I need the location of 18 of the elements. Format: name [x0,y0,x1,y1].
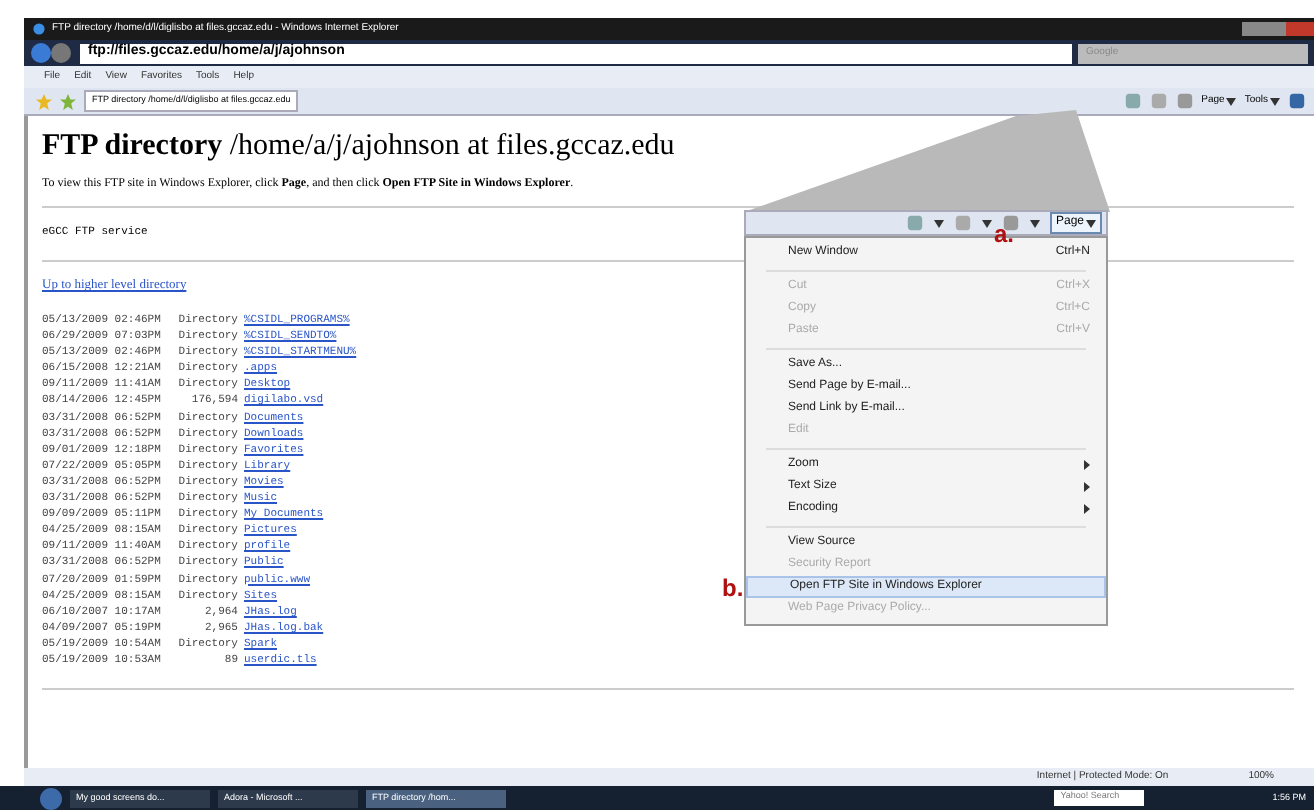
browser-icon [32,22,46,36]
start-icon[interactable] [40,787,62,809]
caret-icon [1270,97,1280,105]
step-label: a. [994,220,1015,248]
add-favorite-icon[interactable] [60,93,76,109]
caret-icon [981,219,992,227]
window-controls-icon[interactable] [1242,22,1314,36]
caret-icon [1226,97,1237,105]
caret-icon [1086,219,1096,227]
page-heading: FTP directory /home/a/j/ajohnson at files.gccaz.edu [42,128,675,164]
step-label: b. [722,572,744,606]
submenu-arrow-icon [1084,460,1090,470]
caret-icon [1029,219,1040,227]
submenu-arrow-icon [1084,504,1090,514]
submenu-arrow-icon [1084,482,1090,492]
back-forward-icon[interactable] [30,42,74,64]
caret-icon [933,219,944,227]
star-icon[interactable] [36,93,52,109]
